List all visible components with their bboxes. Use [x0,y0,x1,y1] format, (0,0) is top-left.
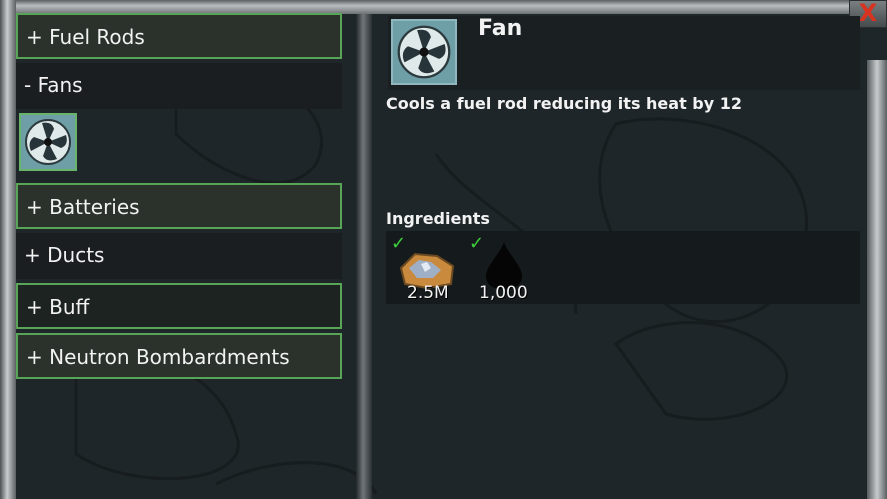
ingredients-heading: Ingredients [386,209,490,228]
ingredient-quantity: 2.5M [407,283,449,303]
ingredients-bar [386,231,860,304]
category-neutron-bombardments[interactable]: + Neutron Bombardments [16,333,342,379]
item-icon-frame [391,19,457,85]
category-label: + Fuel Rods [26,25,145,49]
panel-divider [356,14,372,499]
fan-icon [397,25,451,79]
fan-item-thumbnail[interactable] [19,113,77,171]
item-description: Cools a fuel rod reducing its heat by 12 [386,94,743,113]
category-fuel-rods[interactable]: + Fuel Rods [16,13,342,59]
window-frame-right [867,60,887,499]
category-label: + Batteries [26,195,140,219]
category-buff[interactable]: + Buff [16,283,342,329]
item-title: Fan [478,16,523,41]
window-frame-left [0,0,16,499]
fan-icon [25,119,71,165]
category-ducts[interactable]: + Ducts [16,233,342,279]
window-frame-top [0,0,887,14]
category-label: - Fans [24,73,83,97]
category-label: + Buff [26,295,90,319]
ingredient-quantity: 1,000 [479,283,528,303]
category-label: + Neutron Bombardments [26,345,290,369]
category-label: + Ducts [24,243,105,267]
category-batteries[interactable]: + Batteries [16,183,342,229]
item-header [388,16,860,90]
category-fans[interactable]: - Fans [16,63,342,109]
